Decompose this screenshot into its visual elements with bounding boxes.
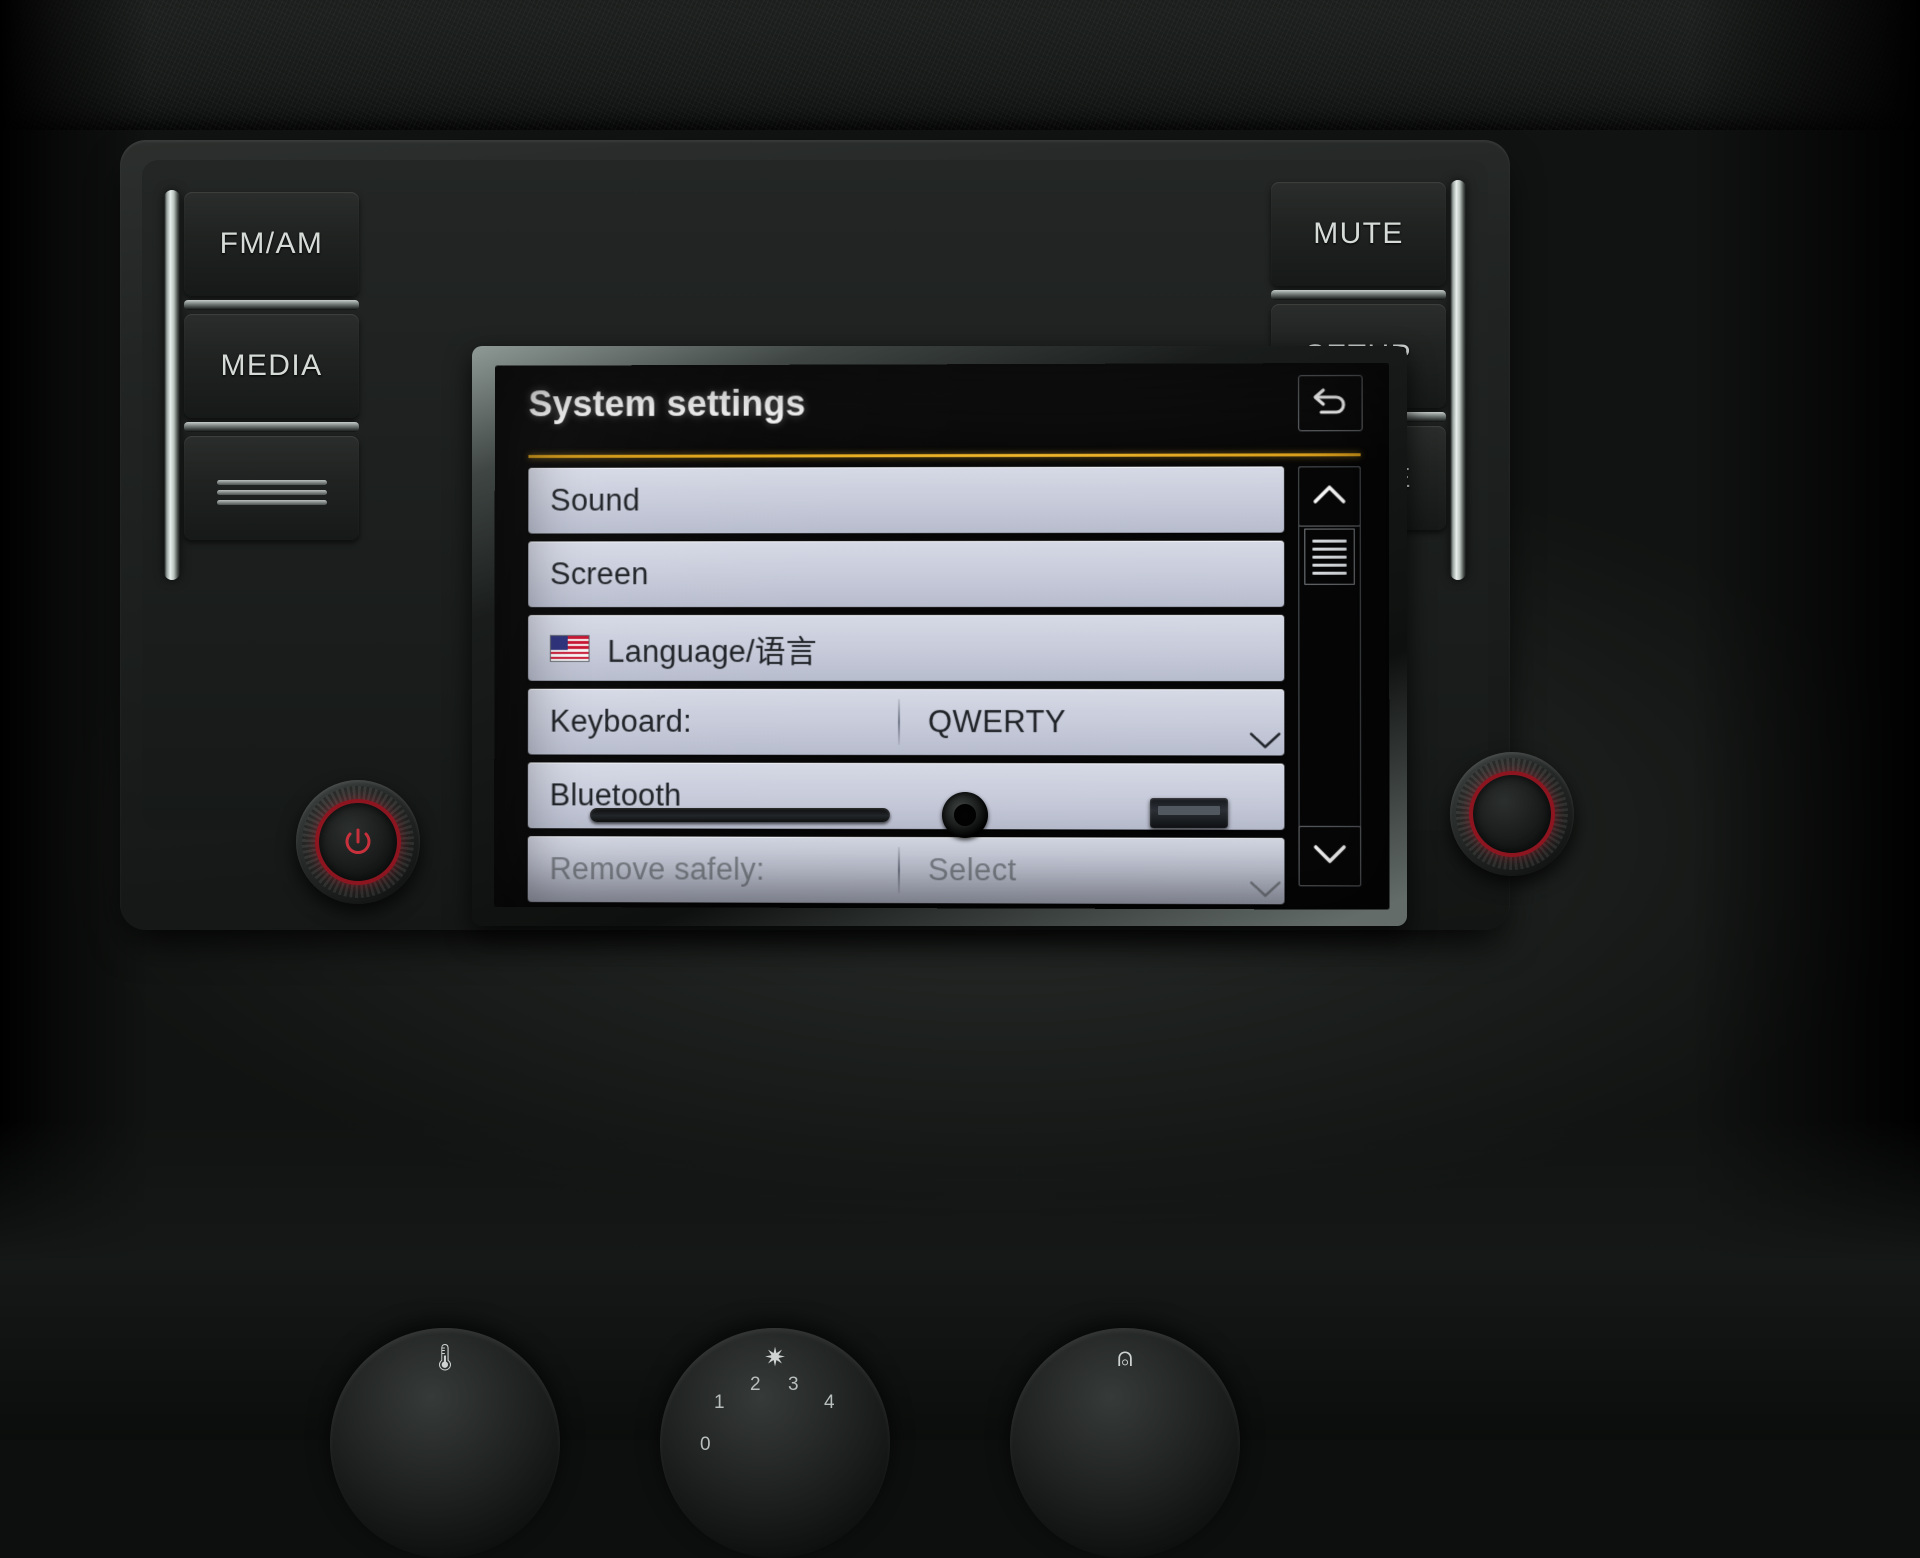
back-button[interactable] (1298, 375, 1363, 431)
keyboard-value: QWERTY (928, 704, 1066, 740)
hardkey-column-left: FM/AM MEDIA (184, 192, 359, 546)
chevron-down-icon[interactable] (1234, 715, 1262, 730)
head-unit-face: FM/AM MEDIA MUTE (142, 160, 1488, 830)
settings-row-sound[interactable]: Sound (528, 466, 1284, 533)
settings-row-label: Keyboard: (550, 704, 692, 740)
fan-mark: 0 (700, 1434, 711, 1456)
tune-scroll-knob[interactable] (1450, 752, 1574, 876)
power-icon (315, 799, 401, 885)
mute-button[interactable]: MUTE (1271, 182, 1446, 286)
aux-jack[interactable] (942, 792, 988, 838)
settings-row-label: Sound (550, 483, 640, 519)
key-divider-chrome (184, 422, 359, 432)
fan-speed-marks: 1 2 3 4 0 (660, 1328, 890, 1558)
dashboard-background: FM/AM MEDIA MUTE (0, 0, 1920, 1440)
fm-am-button-label: FM/AM (220, 227, 324, 261)
fan-mark: 1 (714, 1392, 725, 1414)
settings-row-keyboard[interactable]: Keyboard: QWERTY (528, 689, 1284, 756)
fan-mark: 4 (824, 1392, 835, 1414)
eject-button[interactable] (184, 436, 359, 540)
power-volume-knob[interactable] (296, 780, 420, 904)
climate-control-panel: 🌡 ✷ 1 2 3 4 0 ⍝ (0, 1310, 1920, 1440)
tune-knob-center (1469, 771, 1555, 857)
fm-am-button[interactable]: FM/AM (184, 192, 359, 296)
back-arrow-icon (1310, 384, 1350, 423)
temperature-icon: 🌡 (428, 1342, 461, 1373)
fan-mark: 2 (750, 1374, 761, 1396)
head-unit: FM/AM MEDIA MUTE (120, 140, 1510, 930)
settings-row-label: Screen (550, 556, 649, 592)
media-button[interactable]: MEDIA (184, 314, 359, 418)
chrome-rail-right (1450, 180, 1466, 580)
fan-mark: 3 (788, 1374, 799, 1396)
airflow-dial[interactable]: ⍝ (1010, 1328, 1240, 1558)
settings-row-screen[interactable]: Screen (528, 541, 1284, 607)
chrome-rail-left (164, 190, 180, 580)
page-title: System settings (529, 383, 806, 426)
key-divider-chrome (1271, 290, 1446, 300)
settings-row-language[interactable]: Language/语言 (528, 615, 1284, 681)
dash-top-pad (0, 0, 1920, 130)
media-button-label: MEDIA (220, 349, 322, 383)
settings-row-label: Language/语言 (607, 626, 817, 671)
scroll-thumb-handle[interactable] (1304, 529, 1354, 585)
mute-button-label: MUTE (1313, 217, 1404, 251)
fan-speed-dial[interactable]: ✷ 1 2 3 4 0 (660, 1328, 890, 1558)
defrost-icon: ⍝ (1117, 1342, 1133, 1374)
usb-port[interactable] (1150, 798, 1228, 828)
head-unit-lower-panel (270, 786, 1600, 906)
key-divider-chrome (184, 300, 359, 310)
screen-header: System settings (495, 379, 1389, 447)
row-value-separator (898, 699, 900, 745)
eject-ridges-icon (217, 475, 327, 509)
cd-slot[interactable] (590, 808, 890, 822)
temperature-dial[interactable]: 🌡 (330, 1328, 560, 1558)
dash-grain-texture (0, 0, 1920, 130)
us-flag-icon (550, 635, 590, 662)
